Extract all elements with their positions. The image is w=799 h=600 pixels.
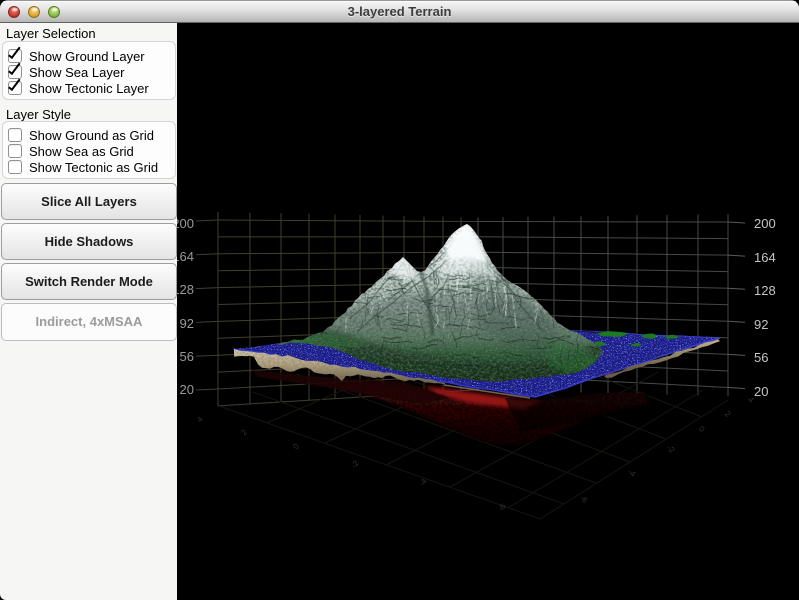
svg-text:56: 56: [754, 350, 768, 365]
svg-text:20: 20: [754, 384, 768, 399]
svg-text:0: 0: [291, 441, 301, 451]
svg-text:-4: -4: [626, 467, 638, 479]
svg-text:164: 164: [754, 250, 776, 265]
svg-text:0: 0: [697, 424, 707, 434]
svg-text:-2: -2: [665, 443, 677, 455]
svg-text:2: 2: [239, 427, 249, 437]
svg-text:128: 128: [754, 283, 776, 298]
svg-text:56: 56: [180, 349, 194, 364]
svg-text:4: 4: [746, 395, 756, 405]
svg-text:-6: -6: [496, 501, 508, 513]
svg-text:92: 92: [754, 317, 768, 332]
svg-text:-4: -4: [417, 476, 429, 488]
svg-text:92: 92: [180, 316, 194, 331]
svg-text:20: 20: [180, 382, 194, 397]
svg-text:200: 200: [754, 216, 776, 231]
svg-text:4: 4: [195, 414, 205, 424]
svg-text:-6: -6: [578, 493, 590, 505]
svg-text:2: 2: [723, 409, 733, 419]
svg-text:-2: -2: [349, 458, 361, 470]
